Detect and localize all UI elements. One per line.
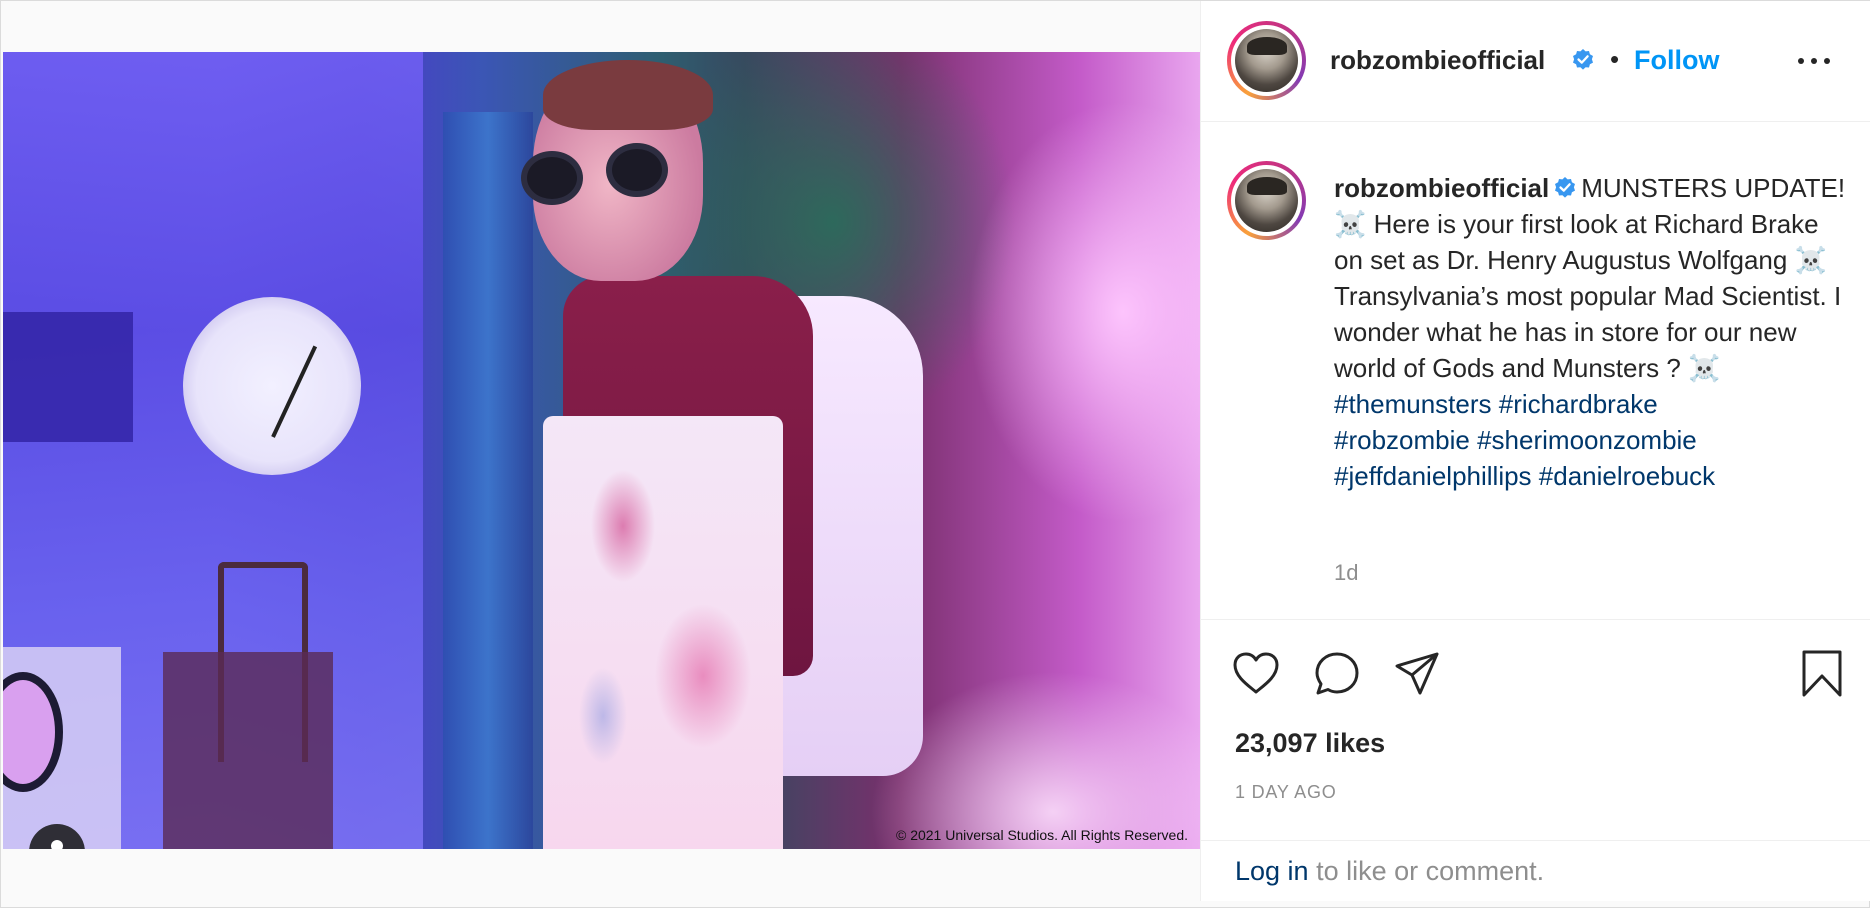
caption-text: robzombieofficial MUNSTERS UPDATE! ☠️ He… (1334, 170, 1849, 494)
caption-avatar-image (1235, 169, 1298, 232)
header-separator: • (1610, 44, 1620, 74)
caption-avatar[interactable] (1227, 161, 1306, 240)
login-prompt-rest: to like or comment. (1308, 856, 1545, 886)
photo-pipe (443, 112, 533, 849)
caption-timestamp[interactable]: 1d (1334, 560, 1358, 586)
hashtag-link[interactable]: #sherimoonzombie (1477, 425, 1697, 455)
post-photo[interactable]: © 2021 Universal Studios. All Rights Res… (3, 52, 1200, 849)
post-sidebar: robzombieofficial • Follow robzombieoffi… (1200, 1, 1870, 901)
photo-copyright: © 2021 Universal Studios. All Rights Res… (895, 827, 1188, 843)
paper-plane-icon[interactable] (1392, 649, 1442, 699)
avatar-image (1235, 29, 1298, 92)
caption-area: robzombieofficial MUNSTERS UPDATE! ☠️ He… (1201, 122, 1870, 620)
media-area: © 2021 Universal Studios. All Rights Res… (2, 1, 1200, 901)
photo-wall-slot (3, 312, 133, 442)
hashtag-link[interactable]: #danielroebuck (1539, 461, 1715, 491)
post-date[interactable]: 1 DAY AGO (1235, 782, 1337, 803)
hashtag-link[interactable]: #richardbrake (1499, 389, 1658, 419)
login-prompt-text: Log in to like or comment. (1235, 856, 1544, 887)
caption-body: MUNSTERS UPDATE! ☠️ Here is your first l… (1334, 173, 1846, 383)
header-username[interactable]: robzombieofficial (1330, 45, 1545, 76)
avatar[interactable] (1227, 21, 1306, 100)
login-link[interactable]: Log in (1235, 856, 1309, 886)
hashtag-link[interactable]: #jeffdanielphillips (1334, 461, 1532, 491)
photo-figure (521, 60, 943, 849)
login-prompt: Log in to like or comment. (1201, 840, 1870, 901)
verified-badge-icon (1573, 49, 1593, 70)
more-options-icon[interactable] (1796, 45, 1832, 75)
caption-username[interactable]: robzombieofficial (1334, 173, 1549, 203)
follow-button[interactable]: Follow (1634, 45, 1719, 76)
post-modal: © 2021 Universal Studios. All Rights Res… (0, 0, 1870, 908)
likes-count[interactable]: 23,097 likes (1235, 728, 1385, 759)
photo-control-box (163, 652, 333, 849)
photo-gauge (183, 297, 361, 475)
hashtag-link[interactable]: #themunsters (1334, 389, 1492, 419)
post-header: robzombieofficial • Follow (1201, 1, 1870, 122)
action-bar (1201, 621, 1870, 721)
user-tag-icon (51, 840, 63, 849)
bookmark-icon[interactable] (1797, 649, 1847, 699)
heart-icon[interactable] (1231, 649, 1281, 699)
hashtag-link[interactable]: #robzombie (1334, 425, 1470, 455)
verified-badge-icon (1555, 177, 1576, 198)
comment-icon[interactable] (1312, 649, 1362, 699)
